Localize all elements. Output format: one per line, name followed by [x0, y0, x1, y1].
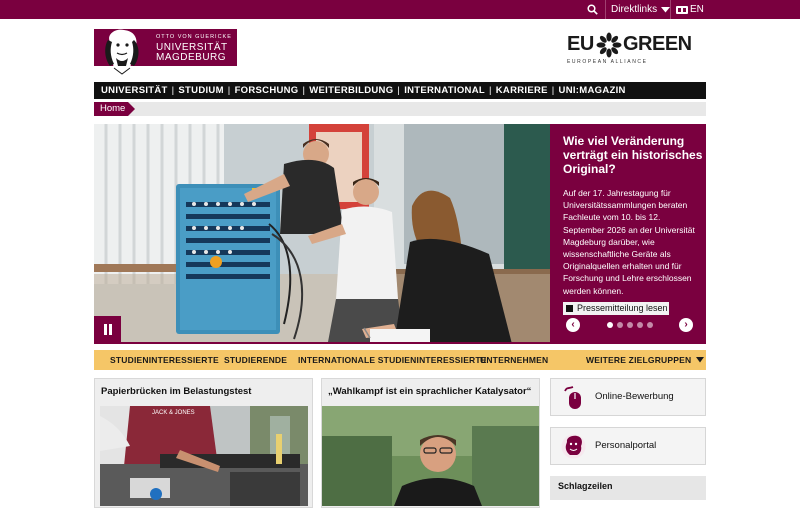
search-icon	[587, 4, 598, 15]
slider-dot[interactable]	[617, 322, 623, 328]
external-link-icon	[566, 305, 573, 312]
language-icon	[676, 5, 688, 14]
news-card-image: JACK & JONES	[100, 406, 308, 506]
news-card-title: Papierbrücken im Belastungstest	[101, 386, 252, 397]
hero-image[interactable]	[94, 124, 550, 344]
nav-item-studium[interactable]: STUDIUM	[178, 85, 223, 96]
chevron-down-icon	[695, 357, 704, 363]
target-group-unternehmen[interactable]: UNTERNEHMEN	[480, 350, 548, 370]
news-card-title: „Wahlkampf ist ein sprachlicher Katalysa…	[328, 386, 532, 397]
breadcrumb: Home	[94, 102, 706, 116]
nav-item-forschung[interactable]: FORSCHUNG	[235, 85, 299, 96]
direktlinks-label: Direktlinks	[611, 4, 658, 15]
target-group-international[interactable]: INTERNATIONALE STUDIENINTERESSIERTE	[298, 350, 487, 370]
breadcrumb-home[interactable]: Home	[94, 102, 128, 116]
top-separator	[670, 0, 671, 19]
language-label: EN	[690, 4, 704, 15]
eu-green-tagline: EUROPEAN ALLIANCE	[567, 59, 648, 65]
hero-headline: Wie viel Veränderung verträgt ein histor…	[563, 134, 703, 176]
slider-next-button[interactable]: ›	[679, 318, 693, 332]
more-target-groups-label: WEITERE ZIELGRUPPEN	[586, 355, 692, 365]
slider-dot[interactable]	[607, 322, 613, 328]
slider-dot[interactable]	[637, 322, 643, 328]
eu-green-word-1: EU	[567, 33, 594, 55]
search-button[interactable]	[587, 0, 598, 19]
personnel-portal-link[interactable]: Personalportal	[550, 427, 706, 465]
nav-item-karriere[interactable]: KARRIERE	[496, 85, 548, 96]
flower-icon	[596, 32, 622, 58]
press-release-label: Pressemitteilung lesen	[577, 303, 668, 313]
slider-pause-button[interactable]	[94, 316, 121, 344]
eu-green-logo[interactable]: EU GREEN EUROPEAN ALLIANCE	[565, 30, 692, 70]
logo-line-1: OTTO VON GUERICKE	[156, 34, 232, 40]
main-navigation: UNIVERSITÄT | STUDIUM | FORSCHUNG | WEITERB…	[94, 82, 706, 99]
more-target-groups-dropdown[interactable]: WEITERE ZIELGRUPPEN	[586, 350, 704, 370]
hero-body: Auf der 17. Jahrestagung für Universität…	[563, 188, 695, 296]
nav-item-universitaet[interactable]: UNIVERSITÄT	[101, 85, 168, 96]
direktlinks-dropdown[interactable]: Direktlinks	[611, 0, 671, 19]
news-card-image	[322, 406, 539, 506]
slider-dot[interactable]	[627, 322, 633, 328]
hero-photo	[94, 124, 550, 344]
news-card[interactable]: „Wahlkampf ist ein sprachlicher Katalysa…	[321, 378, 540, 508]
logo-line-3: MAGDEBURG	[156, 52, 227, 63]
pause-icon	[109, 324, 112, 335]
guericke-portrait-icon	[561, 434, 586, 459]
language-switch[interactable]: EN	[676, 0, 704, 19]
guericke-portrait-icon	[105, 29, 139, 76]
slider-progress-bar	[121, 342, 550, 344]
press-release-button[interactable]: Pressemitteilung lesen	[563, 302, 669, 315]
nav-item-weiterbildung[interactable]: WEITERBILDUNG	[309, 85, 393, 96]
chevron-down-icon	[661, 6, 671, 12]
breadcrumb-arrow	[128, 102, 135, 116]
slider-dot[interactable]	[647, 322, 653, 328]
news-card[interactable]: Papierbrücken im Belastungstest JACK & J…	[94, 378, 313, 508]
online-application-link[interactable]: Online-Bewerbung	[550, 378, 706, 416]
headlines-section-header: Schlagzeilen	[550, 476, 706, 500]
headlines-label: Schlagzeilen	[558, 481, 613, 491]
hero-text-panel: Wie viel Veränderung verträgt ein histor…	[550, 124, 706, 344]
target-groups-bar: STUDIENINTERESSIERTE STUDIERENDE INTERNA…	[94, 350, 706, 370]
target-group-studierende[interactable]: STUDIERENDE	[224, 350, 287, 370]
mouse-icon	[564, 386, 581, 409]
university-logo[interactable]: OTTO VON GUERICKE UNIVERSITÄT MAGDEBURG	[94, 29, 237, 76]
nav-item-international[interactable]: INTERNATIONAL	[404, 85, 485, 96]
svg-text:JACK & JONES: JACK & JONES	[152, 410, 195, 416]
top-bar: Direktlinks EN	[0, 0, 800, 19]
nav-item-unimagazin[interactable]: UNI:MAGAZIN	[559, 85, 626, 96]
pause-icon	[104, 324, 107, 335]
personnel-portal-label: Personalportal	[595, 440, 657, 451]
top-separator	[605, 0, 606, 19]
online-application-label: Online-Bewerbung	[595, 391, 674, 402]
eu-green-word-2: GREEN	[623, 33, 692, 55]
target-group-studieninteressierte[interactable]: STUDIENINTERESSIERTE	[110, 350, 219, 370]
slider-prev-button[interactable]: ‹	[566, 318, 580, 332]
